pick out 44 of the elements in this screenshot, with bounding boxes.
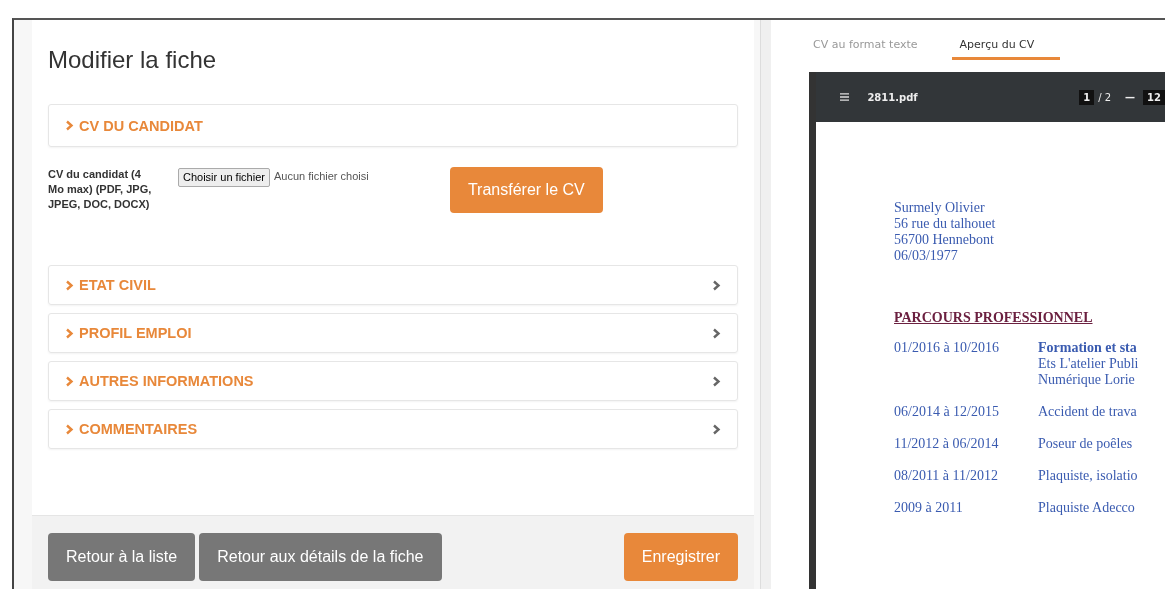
field-label: CV du candidat (4 Mo max) (PDF, JPG, JPEG, DOC, DOCX) (48, 167, 153, 212)
chevron-icon (65, 375, 74, 387)
chevron-icon (712, 375, 721, 387)
entry-text: Plaquiste, isolatio (1038, 468, 1138, 484)
entry-text: Numérique Lorie (1038, 372, 1136, 388)
accordion-header[interactable]: COMMENTAIRES (48, 409, 738, 449)
accordion-header[interactable]: ETAT CIVIL (48, 265, 738, 305)
entry-dates: 2009 à 2011 (894, 500, 964, 516)
back-button[interactable]: Retour aux détails de la fiche (199, 533, 442, 581)
chevron-icon (712, 279, 721, 291)
zoom-out-button[interactable]: — (1125, 91, 1136, 103)
file-status: Aucun fichier choisi (273, 170, 370, 184)
entry-text: Ets L'atelier Publi (1038, 356, 1139, 372)
accordion-header[interactable]: PROFIL EMPLOI (48, 313, 738, 353)
tab[interactable]: CV au format texte (805, 20, 926, 60)
accordion-header[interactable]: CV DU CANDIDAT (48, 104, 738, 147)
file-name: 2811.pdf (867, 91, 919, 103)
entry-text: Accident de trava (1038, 404, 1137, 420)
address-text: Surmely Olivier 56 rue du talhouet 56700 Hennebont 06/03/1977 (894, 200, 996, 264)
chevron-icon (65, 279, 74, 291)
entry-text: Poseur de poêles (1038, 436, 1133, 452)
entry-dates: 11/2012 à 06/2014 (894, 436, 1000, 452)
chevron-icon (712, 423, 721, 435)
entry-dates: 01/2016 à 10/2016 (894, 340, 1000, 357)
section-heading: PARCOURS PROFESSIONNEL (894, 310, 1094, 326)
menu-icon[interactable] (840, 92, 850, 102)
chevron-icon (712, 327, 721, 339)
zoom-field[interactable]: 12 (1143, 89, 1165, 105)
entry-text: Formation et sta (1038, 340, 1138, 356)
entry-dates: 08/2011 à 11/2012 (894, 468, 999, 484)
chevron-icon (65, 120, 74, 131)
back-button[interactable]: Retour à la liste (48, 533, 196, 581)
file-choose-button[interactable]: Choisir un fichier (178, 167, 270, 187)
page-number-field[interactable]: 1 (1079, 89, 1095, 105)
accordion-header[interactable]: AUTRES INFORMATIONS (48, 361, 738, 401)
transfer-button[interactable]: Transférer le CV (449, 167, 603, 213)
entry-text: Plaquiste Adecco (1038, 500, 1135, 516)
tab[interactable]: Aperçu du CV (951, 20, 1061, 60)
entry-dates: 06/2014 à 12/2015 (894, 404, 1000, 420)
chevron-icon (65, 327, 74, 339)
save-button[interactable]: Enregistrer (623, 533, 738, 581)
page-total: / 2 (1098, 91, 1112, 103)
page-title: Modifier la fiche (48, 46, 218, 75)
chevron-icon (65, 423, 74, 435)
